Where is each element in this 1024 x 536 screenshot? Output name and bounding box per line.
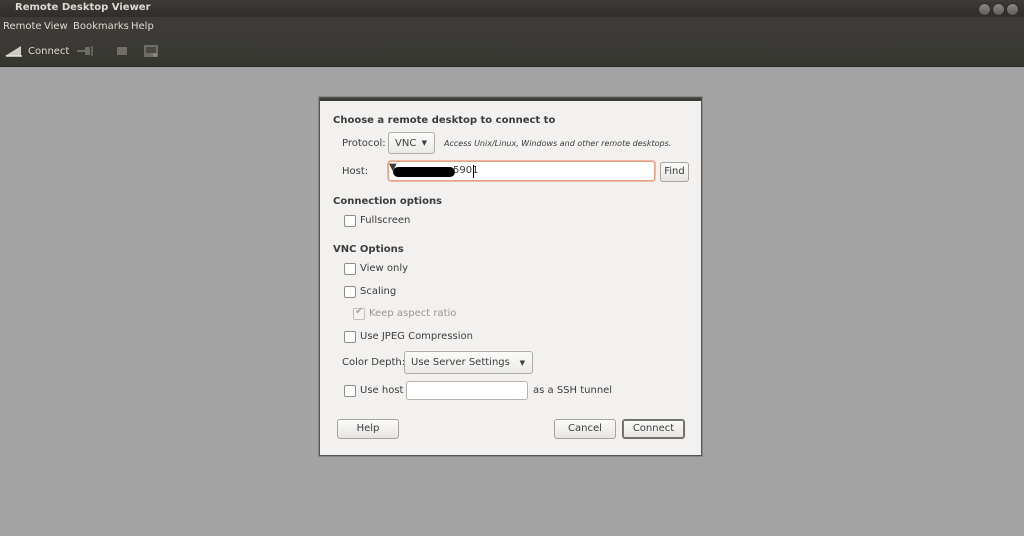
view-only-checkbox[interactable]: [344, 263, 356, 275]
screenshot-toolbar-button[interactable]: [142, 42, 160, 60]
redacted-host-mark: [393, 167, 455, 177]
disconnect-toolbar-button[interactable]: [76, 42, 96, 60]
find-button[interactable]: Find: [660, 162, 689, 182]
view-only-label[interactable]: View only: [360, 263, 408, 274]
jpeg-compression-checkbox[interactable]: [344, 331, 356, 343]
menu-help[interactable]: Help: [131, 21, 154, 32]
connect-toolbar-button[interactable]: Connect: [4, 42, 69, 60]
chevron-down-icon: ▼: [421, 139, 427, 147]
minimize-window-button[interactable]: [992, 3, 1005, 16]
title-bar: Remote Desktop Viewer: [0, 0, 1024, 17]
checkmark-icon: ✔: [355, 306, 364, 317]
host-value: 5901: [453, 165, 479, 176]
dialog-heading: Choose a remote desktop to connect to: [333, 115, 556, 126]
use-host-label[interactable]: Use host: [360, 385, 403, 396]
toolbar: Connect: [0, 37, 1024, 67]
menu-remote[interactable]: Remote: [3, 21, 42, 32]
fullscreen-toolbar-button[interactable]: [114, 42, 130, 60]
dialog-top-border: [320, 98, 701, 101]
connect-button[interactable]: Connect: [622, 419, 685, 439]
fullscreen-checkbox[interactable]: [344, 215, 356, 227]
screenshot-icon: [144, 45, 158, 57]
connection-options-heading: Connection options: [333, 196, 443, 207]
keep-aspect-checkbox[interactable]: ✔: [353, 306, 365, 320]
jpeg-compression-label[interactable]: Use JPEG Compression: [360, 331, 473, 342]
help-button[interactable]: Help: [337, 419, 399, 439]
host-label: Host:: [342, 166, 369, 177]
close-window-button[interactable]: [978, 3, 991, 16]
connect-dialog: Choose a remote desktop to connect to Pr…: [319, 97, 702, 456]
window-title: Remote Desktop Viewer: [15, 2, 151, 13]
fullscreen-icon: [117, 47, 127, 55]
connect-icon: [5, 46, 22, 57]
menu-view[interactable]: View: [44, 21, 68, 32]
vnc-options-heading: VNC Options: [333, 244, 404, 255]
protocol-label: Protocol:: [342, 138, 386, 149]
ssh-host-input[interactable]: [406, 381, 528, 400]
protocol-value: VNC: [395, 138, 417, 149]
connect-toolbar-label: Connect: [28, 45, 70, 57]
protocol-description: Access Unix/Linux, Windows and other rem…: [444, 139, 672, 148]
cancel-button[interactable]: Cancel: [554, 419, 616, 439]
fullscreen-label[interactable]: Fullscreen: [360, 215, 410, 226]
keep-aspect-label[interactable]: Keep aspect ratio: [369, 308, 456, 319]
use-host-checkbox[interactable]: [344, 385, 356, 397]
color-depth-label: Color Depth:: [342, 357, 406, 368]
ssh-tunnel-suffix: as a SSH tunnel: [533, 385, 613, 396]
host-input[interactable]: 5901 ▼: [388, 161, 655, 181]
protocol-select[interactable]: VNC ▼: [388, 132, 435, 154]
disconnect-icon: [77, 46, 93, 56]
color-depth-value: Use Server Settings: [411, 357, 510, 368]
text-caret: [473, 165, 474, 178]
menu-bookmarks[interactable]: Bookmarks: [73, 21, 129, 32]
maximize-window-button[interactable]: [1006, 3, 1019, 16]
scaling-label[interactable]: Scaling: [360, 286, 396, 297]
color-depth-select[interactable]: Use Server Settings ▼: [404, 351, 533, 374]
scaling-checkbox[interactable]: [344, 286, 356, 298]
menu-bar: Remote View Bookmarks Help: [0, 17, 1024, 37]
chevron-down-icon: ▼: [519, 358, 525, 367]
